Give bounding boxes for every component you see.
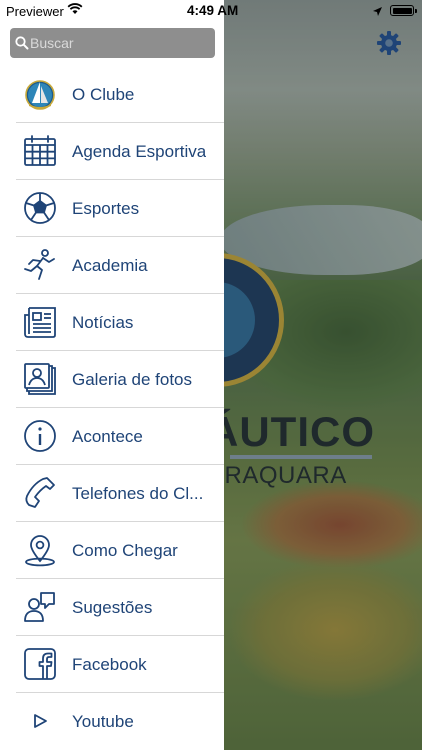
menu-item-o-clube[interactable]: O Clube bbox=[16, 66, 224, 123]
menu-item-label: Youtube bbox=[72, 712, 134, 731]
menu-item-facebook[interactable]: Facebook bbox=[16, 636, 224, 693]
search-input[interactable] bbox=[30, 28, 210, 58]
menu-item-label: Como Chegar bbox=[72, 541, 178, 560]
menu-item-label: Esportes bbox=[72, 199, 140, 218]
menu-item-esportes[interactable]: Esportes bbox=[16, 180, 224, 237]
menu-item-acontece[interactable]: Acontece bbox=[16, 408, 224, 465]
menu-item-label: Telefones do Cl... bbox=[72, 484, 204, 503]
carrier-label: Previewer bbox=[6, 4, 64, 19]
location-arrow-icon bbox=[372, 5, 383, 20]
newspaper-icon bbox=[23, 305, 57, 339]
menu-item-label: Facebook bbox=[72, 655, 147, 674]
menu-item-label: Acontece bbox=[72, 427, 143, 446]
soccer-ball-icon bbox=[23, 191, 57, 225]
menu-item-como-chegar[interactable]: Como Chegar bbox=[16, 522, 224, 579]
wifi-icon bbox=[67, 3, 83, 18]
status-time: 4:49 AM bbox=[187, 3, 239, 18]
menu-item-youtube[interactable]: Youtube bbox=[16, 693, 224, 750]
menu-item-label: Notícias bbox=[72, 313, 134, 332]
facebook-icon bbox=[23, 647, 57, 681]
running-person-icon bbox=[23, 248, 57, 282]
calendar-icon bbox=[23, 134, 57, 168]
menu-item-label: O Clube bbox=[72, 85, 135, 104]
battery-icon bbox=[390, 5, 417, 16]
menu-item-sugestoes[interactable]: Sugestões bbox=[16, 579, 224, 636]
map-pin-icon bbox=[23, 533, 57, 567]
club-logo-icon bbox=[23, 77, 57, 111]
menu-item-label: Agenda Esportiva bbox=[72, 142, 207, 161]
settings-gear-icon[interactable] bbox=[376, 30, 402, 56]
info-icon bbox=[23, 419, 57, 453]
menu-item-telefones[interactable]: Telefones do Cl... bbox=[16, 465, 224, 522]
search-icon bbox=[15, 36, 29, 55]
menu-item-galeria-de-fotos[interactable]: Galeria de fotos bbox=[16, 351, 224, 408]
photo-gallery-icon bbox=[23, 362, 57, 396]
menu-item-label: Sugestões bbox=[72, 598, 153, 617]
menu-item-label: Galeria de fotos bbox=[72, 370, 193, 389]
phone-icon bbox=[23, 476, 57, 510]
navigation-menu: O Clube Agenda Esportiva Esportes Academ… bbox=[16, 66, 224, 750]
chat-person-icon bbox=[23, 590, 57, 624]
status-bar: Previewer 4:49 AM bbox=[0, 0, 422, 22]
side-drawer: O Clube Agenda Esportiva bbox=[0, 0, 224, 750]
play-icon bbox=[23, 704, 57, 738]
search-bar[interactable] bbox=[10, 28, 215, 58]
menu-item-noticias[interactable]: Notícias bbox=[16, 294, 224, 351]
menu-item-label: Academia bbox=[72, 256, 148, 275]
menu-item-academia[interactable]: Academia bbox=[16, 237, 224, 294]
menu-item-agenda-esportiva[interactable]: Agenda Esportiva bbox=[16, 123, 224, 180]
